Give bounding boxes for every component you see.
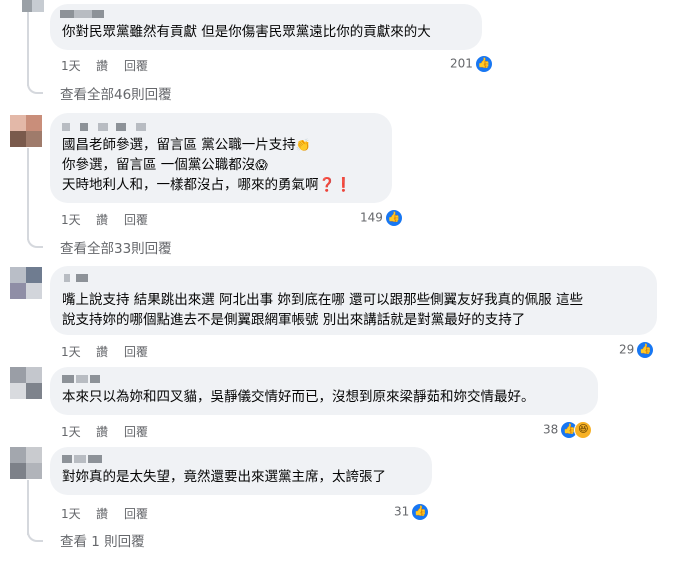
reaction-count[interactable]: 201 👍	[450, 55, 493, 73]
reaction-count[interactable]: 149 👍	[360, 209, 403, 227]
avatar[interactable]	[10, 367, 42, 399]
comment-time[interactable]: 1天	[61, 423, 81, 440]
like-thumb-icon: 👍	[474, 55, 493, 73]
reaction-count[interactable]: 29 👍	[619, 341, 655, 359]
commenter-name[interactable]	[60, 10, 110, 20]
commenter-name[interactable]	[64, 274, 94, 284]
view-replies-link[interactable]: 查看 1 則回覆	[60, 530, 145, 550]
reaction-count-value: 29	[619, 342, 635, 357]
like-button[interactable]: 讚	[96, 343, 108, 360]
reply-button[interactable]: 回覆	[124, 57, 148, 74]
question-mark-icon: ❓	[318, 177, 336, 193]
reaction-count-value: 201	[450, 56, 473, 71]
comment-text: 國昌老師參選，留言區 黨公職一片支持👏	[62, 137, 311, 153]
comment-bubble: 對妳真的是太失望，竟然還要出來選黨主席，太誇張了	[50, 447, 432, 495]
reaction-count[interactable]: 38 👍 😆	[543, 421, 593, 439]
comment-bubble: 國昌老師參選，留言區 黨公職一片支持👏 你參選，留言區 一個黨公職都沒😱 天時地…	[50, 113, 392, 203]
commenter-name[interactable]	[62, 455, 108, 465]
exclamation-mark-icon: ❗	[335, 177, 353, 193]
reaction-count-value: 38	[543, 422, 559, 437]
thread-line	[27, 0, 29, 86]
comment-text: 天時地利人和，一樣都沒占，哪來的勇氣啊❓❗	[62, 177, 353, 193]
thread-curve	[27, 528, 43, 542]
commenter-name[interactable]	[62, 375, 102, 385]
clap-emoji-icon: 👏	[295, 138, 311, 152]
avatar[interactable]	[22, 0, 54, 12]
reply-button[interactable]: 回覆	[124, 423, 148, 440]
commenter-name[interactable]	[62, 123, 146, 133]
comment-text: 說支持妳的哪個點進去不是側翼跟網軍帳號 別出來講話就是對黨最好的支持了	[62, 312, 526, 328]
like-button[interactable]: 讚	[96, 505, 108, 522]
comment-time[interactable]: 1天	[61, 505, 81, 522]
reply-button[interactable]: 回覆	[124, 343, 148, 360]
comment-text: 你參選，留言區 一個黨公職都沒😱	[62, 157, 268, 173]
like-thumb-icon: 👍	[384, 209, 403, 227]
like-thumb-icon: 👍	[411, 503, 430, 521]
avatar[interactable]	[10, 267, 42, 299]
reaction-count[interactable]: 31 👍	[394, 503, 430, 521]
thread-line	[27, 148, 29, 240]
reply-button[interactable]: 回覆	[124, 211, 148, 228]
comment-bubble: 本來只以為妳和四叉貓，吳靜儀交情好而已，沒想到原來梁靜茹和妳交情最好。	[50, 367, 598, 415]
comment-time[interactable]: 1天	[61, 343, 81, 360]
reaction-count-value: 31	[394, 504, 410, 519]
like-button[interactable]: 讚	[96, 423, 108, 440]
thread-line	[27, 480, 29, 535]
comment-time[interactable]: 1天	[61, 57, 81, 74]
reply-button[interactable]: 回覆	[124, 505, 148, 522]
like-thumb-icon: 👍	[636, 341, 655, 359]
haha-reaction-icon: 😆	[574, 421, 593, 439]
thread-curve	[27, 234, 43, 248]
comment-text: 你對民眾黨雖然有貢獻 但是你傷害民眾黨遠比你的貢獻來的大	[62, 24, 431, 40]
view-replies-link[interactable]: 查看全部46則回覆	[60, 83, 172, 103]
like-button[interactable]: 讚	[96, 211, 108, 228]
comment-text: 對妳真的是太失望，竟然還要出來選黨主席，太誇張了	[62, 469, 386, 485]
comment-bubble: 你對民眾黨雖然有貢獻 但是你傷害民眾黨遠比你的貢獻來的大	[50, 4, 482, 50]
avatar[interactable]	[10, 115, 42, 147]
like-button[interactable]: 讚	[96, 57, 108, 74]
scream-emoji-icon: 😱	[255, 158, 268, 172]
reaction-count-value: 149	[360, 210, 383, 225]
thread-curve	[27, 80, 43, 94]
view-replies-link[interactable]: 查看全部33則回覆	[60, 237, 172, 257]
comment-time[interactable]: 1天	[61, 211, 81, 228]
comment-text: 嘴上說支持 結果跳出來選 阿北出事 妳到底在哪 還可以跟那些側翼友好我真的佩服 …	[62, 292, 583, 308]
comment-text: 本來只以為妳和四叉貓，吳靜儀交情好而已，沒想到原來梁靜茹和妳交情最好。	[62, 389, 535, 405]
comment-bubble: 嘴上說支持 結果跳出來選 阿北出事 妳到底在哪 還可以跟那些側翼友好我真的佩服 …	[50, 266, 657, 335]
avatar[interactable]	[10, 447, 42, 479]
